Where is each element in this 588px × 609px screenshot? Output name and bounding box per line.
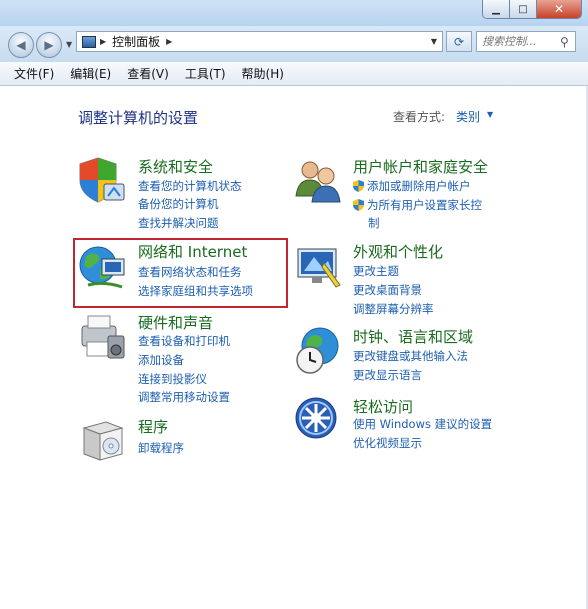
link-change-desktop-background[interactable]: 更改桌面背景: [353, 282, 422, 298]
link-parental-controls-wrap[interactable]: 制: [368, 215, 380, 231]
view-by-label: 查看方式:: [393, 110, 446, 124]
recent-pages-dropdown-icon[interactable]: ▼: [66, 40, 72, 49]
page-title: 调整计算机的设置: [78, 109, 199, 127]
category-title[interactable]: 外观和个性化: [353, 241, 443, 262]
users-icon[interactable]: [294, 156, 344, 206]
view-by-dropdown[interactable]: 类别: [456, 108, 480, 125]
category-title[interactable]: 硬件和声音: [138, 312, 213, 333]
category-title[interactable]: 时钟、语言和区域: [353, 326, 473, 347]
link-mobility-settings[interactable]: 调整常用移动设置: [138, 389, 230, 405]
printer-icon[interactable]: [78, 312, 128, 362]
link-uninstall-program[interactable]: 卸载程序: [138, 440, 184, 456]
link-find-fix-problems[interactable]: 查找并解决问题: [138, 215, 219, 231]
appearance-monitor-icon[interactable]: [294, 241, 344, 291]
breadcrumb-chevron-icon[interactable]: ▶: [100, 37, 106, 46]
category-title[interactable]: 轻松访问: [353, 396, 413, 417]
link-backup-computer[interactable]: 备份您的计算机: [138, 196, 219, 212]
globe-clock-icon[interactable]: [294, 326, 344, 376]
maximize-icon[interactable]: □: [510, 0, 537, 18]
programs-box-icon[interactable]: [78, 416, 128, 466]
title-bar: ▁ □ ✕: [0, 0, 588, 26]
link-optimize-display[interactable]: 优化视频显示: [353, 435, 422, 451]
address-dropdown-icon[interactable]: ▼: [431, 37, 437, 46]
uac-shield-icon: [353, 199, 364, 211]
window-controls: ▁ □ ✕: [482, 0, 582, 19]
link-change-keyboard[interactable]: 更改键盘或其他输入法: [353, 348, 468, 364]
link-view-computer-status[interactable]: 查看您的计算机状态: [138, 178, 242, 194]
uac-shield-icon: [353, 180, 364, 192]
forward-arrow-icon: ▶: [44, 38, 54, 52]
menu-tools[interactable]: 工具(T): [177, 65, 234, 82]
link-adjust-resolution[interactable]: 调整屏幕分辨率: [353, 301, 434, 317]
link-use-recommended-settings[interactable]: 使用 Windows 建议的设置: [353, 416, 492, 432]
link-add-remove-accounts[interactable]: 添加或删除用户帐户: [353, 178, 471, 194]
link-label: 为所有用户设置家长控: [367, 198, 482, 212]
link-change-display-language[interactable]: 更改显示语言: [353, 367, 422, 383]
link-view-devices-printers[interactable]: 查看设备和打印机: [138, 333, 230, 349]
control-panel-small-icon: [82, 35, 96, 48]
search-box[interactable]: ⚲: [476, 31, 576, 52]
category-title[interactable]: 程序: [138, 416, 168, 437]
breadcrumb-chevron-icon[interactable]: ▶: [166, 37, 172, 46]
control-panel-window: ▁ □ ✕ ◀ ▶ ▼ ▶ 控制面板 ▶ ▼ ⟳ ⚲ 文件(F) 编辑(E) 查…: [0, 0, 588, 609]
menu-file[interactable]: 文件(F): [6, 65, 62, 82]
category-title[interactable]: 用户帐户和家庭安全: [353, 156, 488, 177]
link-label: 添加或删除用户帐户: [367, 179, 471, 193]
menu-help[interactable]: 帮助(H): [234, 65, 292, 82]
forward-button[interactable]: ▶: [36, 32, 62, 58]
menu-bar: 文件(F) 编辑(E) 查看(V) 工具(T) 帮助(H): [0, 62, 588, 86]
address-bar[interactable]: ▶ 控制面板 ▶ ▼: [76, 31, 443, 52]
shield-icon[interactable]: [78, 156, 128, 206]
ease-of-access-icon[interactable]: [294, 396, 344, 446]
breadcrumb-control-panel[interactable]: 控制面板: [112, 33, 160, 50]
back-arrow-icon: ◀: [16, 38, 26, 52]
search-icon[interactable]: ⚲: [560, 35, 569, 49]
back-button[interactable]: ◀: [8, 32, 34, 58]
menu-edit[interactable]: 编辑(E): [62, 65, 119, 82]
link-add-device[interactable]: 添加设备: [138, 352, 184, 368]
menu-view[interactable]: 查看(V): [119, 65, 177, 82]
link-parental-controls[interactable]: 为所有用户设置家长控: [353, 197, 482, 213]
main-content: 调整计算机的设置 查看方式: 类别 ▼ 系统和安全 查看您的计算机状态 备份您的…: [0, 86, 588, 609]
category-title[interactable]: 系统和安全: [138, 156, 213, 177]
highlight-box: [73, 238, 288, 308]
link-change-theme[interactable]: 更改主题: [353, 263, 399, 279]
minimize-icon[interactable]: ▁: [483, 0, 510, 18]
search-input[interactable]: [477, 34, 560, 49]
view-by-dropdown-icon[interactable]: ▼: [487, 110, 493, 119]
refresh-icon: ⟳: [453, 34, 465, 49]
link-connect-projector[interactable]: 连接到投影仪: [138, 371, 207, 387]
refresh-button[interactable]: ⟳: [446, 31, 472, 52]
close-icon[interactable]: ✕: [537, 0, 581, 18]
